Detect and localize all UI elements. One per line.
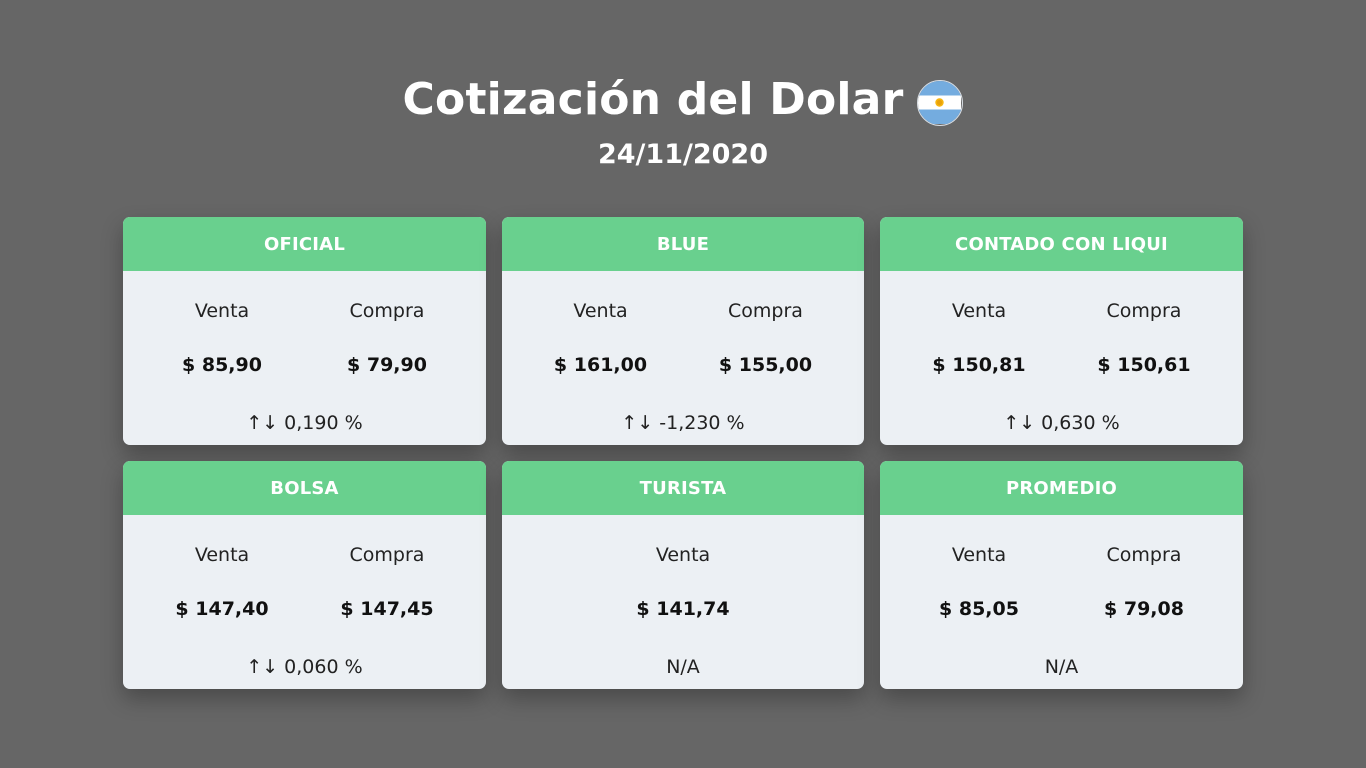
card-body: Venta $ 161,00 Compra $ 155,00 ↑↓ -1,230 … [502,271,864,445]
price-columns: Venta $ 147,40 Compra $ 147,45 [123,543,486,621]
venta-label: Venta [194,300,250,322]
compra-column: Compra $ 150,61 [1062,299,1227,377]
up-down-arrows-icon: ↑↓ [246,412,279,434]
price-columns: Venta $ 161,00 Compra $ 155,00 [502,299,864,377]
venta-column: Venta $ 85,05 [897,543,1062,621]
compra-column: Compra $ 155,00 [683,299,848,377]
venta-label: Venta [194,544,250,566]
card-title: OFICIAL [123,217,486,271]
up-down-arrows-icon: ↑↓ [246,656,279,678]
card-title: CONTADO CON LIQUI [880,217,1243,271]
variation: N/A [880,655,1243,679]
card-body: Venta $ 147,40 Compra $ 147,45 ↑↓ 0,060 % [123,515,486,689]
venta-value: $ 161,00 [553,354,648,376]
title-row: Cotización del Dolar [403,72,964,128]
variation: ↑↓ 0,190 % [123,411,486,435]
compra-label: Compra [349,300,425,322]
quotes-grid: OFICIAL Venta $ 85,90 Compra $ 79,90 ↑↓ 0… [123,217,1243,689]
venta-label: Venta [951,544,1007,566]
card-oficial: OFICIAL Venta $ 85,90 Compra $ 79,90 ↑↓ 0… [123,217,486,445]
price-columns: Venta $ 85,05 Compra $ 79,08 [880,543,1243,621]
venta-value: $ 85,05 [939,598,1019,620]
venta-label: Venta [655,544,711,566]
compra-value: $ 147,45 [340,598,434,620]
venta-column: Venta $ 141,74 [601,543,766,621]
venta-value: $ 141,74 [636,598,730,620]
venta-label: Venta [573,300,628,322]
compra-value: $ 150,61 [1097,354,1191,376]
compra-label: Compra [349,544,425,566]
venta-column: Venta $ 147,40 [140,543,305,621]
variation-value: -1,230 % [659,412,745,434]
compra-label: Compra [1106,544,1182,566]
argentina-flag-icon [917,80,964,126]
card-blue: BLUE Venta $ 161,00 Compra $ 155,00 ↑↓ -1… [502,217,864,445]
variation-value: N/A [1044,656,1079,678]
compra-column: Compra $ 147,45 [305,543,470,621]
compra-column: Compra $ 79,08 [1062,543,1227,621]
variation-value: N/A [666,656,700,678]
variation-value: 0,060 % [284,656,363,678]
card-promedio: PROMEDIO Venta $ 85,05 Compra $ 79,08 N/… [880,461,1243,689]
card-turista: TURISTA Venta $ 141,74 N/A [502,461,864,689]
page-header: Cotización del Dolar 24/11/2020 [0,72,1366,172]
price-columns: Venta $ 141,74 [502,543,864,621]
page-title: Cotización del Dolar [402,74,904,125]
card-body: Venta $ 141,74 N/A [502,515,864,689]
card-title: BOLSA [123,461,486,515]
venta-column: Venta $ 161,00 [518,299,683,377]
card-title: BLUE [502,217,864,271]
variation: ↑↓ -1,230 % [502,411,864,435]
compra-label: Compra [728,300,803,322]
card-body: Venta $ 85,90 Compra $ 79,90 ↑↓ 0,190 % [123,271,486,445]
variation: ↑↓ 0,630 % [880,411,1243,435]
compra-value: $ 155,00 [718,354,813,376]
variation-value: 0,190 % [284,412,363,434]
venta-label: Venta [951,300,1007,322]
compra-value: $ 79,08 [1104,598,1184,620]
price-columns: Venta $ 85,90 Compra $ 79,90 [123,299,486,377]
variation: N/A [502,655,864,679]
compra-value: $ 79,90 [347,354,427,376]
card-body: Venta $ 85,05 Compra $ 79,08 N/A [880,515,1243,689]
venta-column: Venta $ 85,90 [140,299,305,377]
card-title: PROMEDIO [880,461,1243,515]
venta-column: Venta $ 150,81 [897,299,1062,377]
price-columns: Venta $ 150,81 Compra $ 150,61 [880,299,1243,377]
card-body: Venta $ 150,81 Compra $ 150,61 ↑↓ 0,630 % [880,271,1243,445]
variation: ↑↓ 0,060 % [123,655,486,679]
venta-value: $ 150,81 [932,354,1026,376]
variation-value: 0,630 % [1041,412,1120,434]
venta-value: $ 147,40 [175,598,269,620]
card-contado-con-liqui: CONTADO CON LIQUI Venta $ 150,81 Compra … [880,217,1243,445]
venta-value: $ 85,90 [182,354,262,376]
dollar-quotes-page: Cotización del Dolar 24/11/2020 OFICIAL … [0,0,1366,768]
up-down-arrows-icon: ↑↓ [1003,412,1036,434]
card-title: TURISTA [502,461,864,515]
compra-label: Compra [1106,300,1182,322]
compra-column: Compra $ 79,90 [305,299,470,377]
up-down-arrows-icon: ↑↓ [621,412,654,434]
card-bolsa: BOLSA Venta $ 147,40 Compra $ 147,45 ↑↓ 0… [123,461,486,689]
quote-date: 24/11/2020 [597,139,768,170]
